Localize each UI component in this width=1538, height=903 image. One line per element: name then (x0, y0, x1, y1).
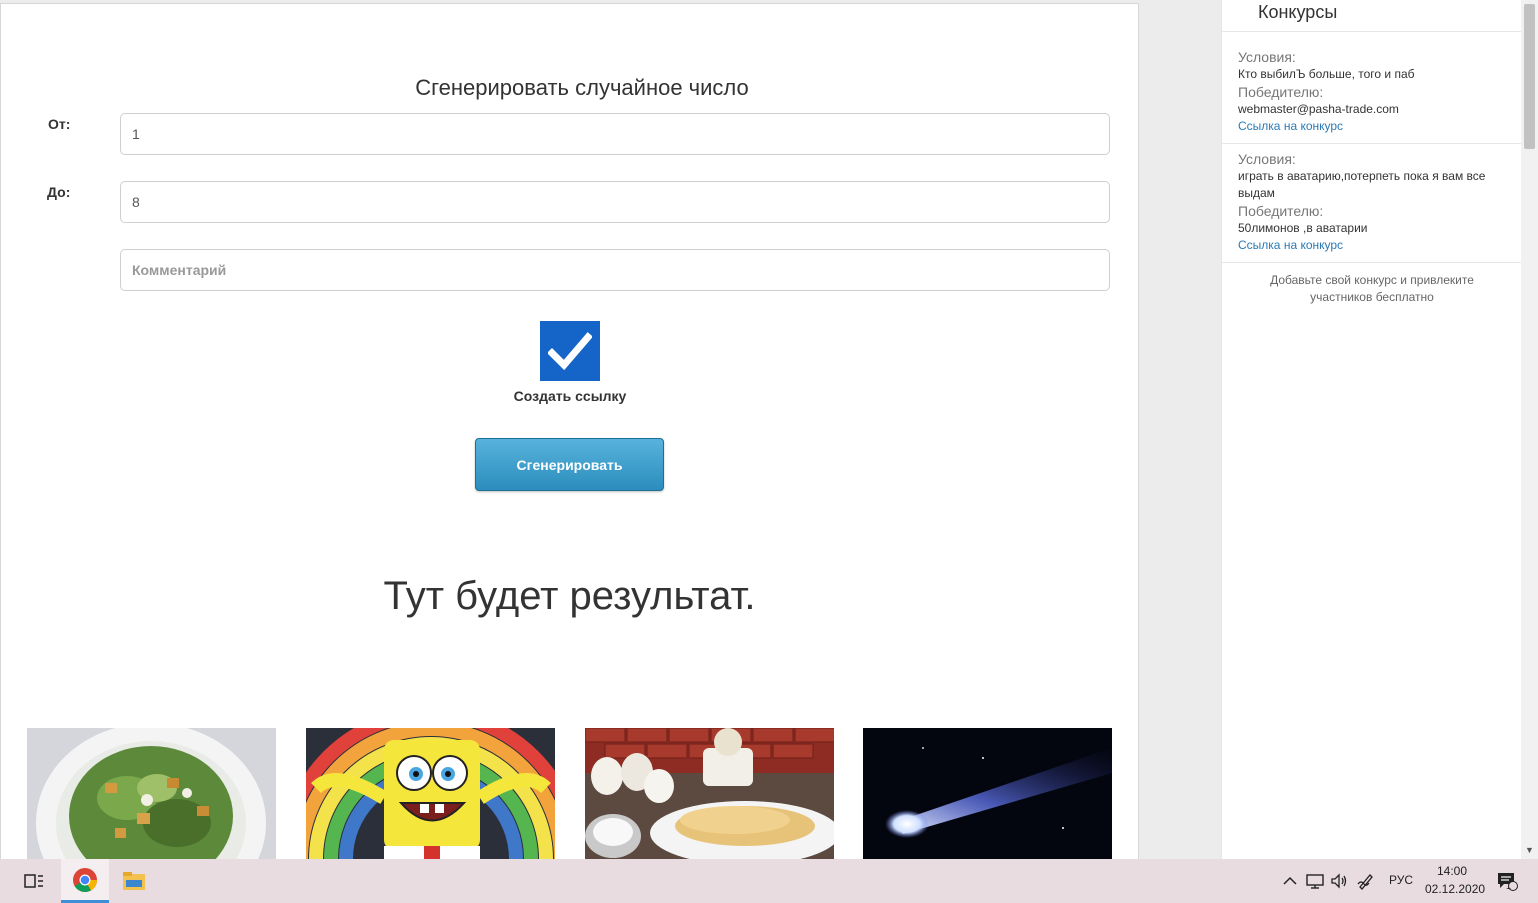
clock-time[interactable]: 14:00 (1437, 864, 1467, 878)
notification-count: 1 (1506, 881, 1512, 891)
create-link-label[interactable]: Создать ссылку (470, 388, 670, 404)
sidebar-divider (1222, 31, 1522, 32)
input-language[interactable]: РУС (1389, 873, 1413, 887)
to-input-value: 8 (132, 194, 140, 210)
comment-placeholder: Комментарий (132, 262, 227, 278)
contests-sidebar: Конкурсы Условия: Кто выбилЪ больше, тог… (1221, 0, 1522, 859)
scroll-down-arrow-icon[interactable]: ▼ (1521, 842, 1538, 859)
chevron-up-icon[interactable] (1280, 859, 1300, 903)
pen-icon[interactable] (1354, 859, 1378, 903)
volume-icon[interactable] (1328, 859, 1350, 903)
contest-conditions-label: Условия: (1238, 49, 1296, 65)
contest-conditions-label: Условия: (1238, 151, 1296, 167)
generator-title: Сгенерировать случайное число (415, 75, 749, 100)
windows-taskbar: РУС 14:00 02.12.2020 1 (0, 859, 1538, 903)
thumbnail-pancakes[interactable] (585, 728, 834, 859)
sidebar-divider (1222, 262, 1522, 263)
from-label: От: (48, 116, 71, 132)
generate-button[interactable]: Сгенерировать (475, 438, 664, 491)
contest-item: Условия: играть в аватарию,потерпеть пок… (1238, 150, 1513, 254)
contest-winner: webmaster@pasha-trade.com (1238, 102, 1399, 116)
checkmark-icon (548, 332, 592, 371)
contest-winner: 50лимонов ,в аватарии (1238, 221, 1368, 235)
thumbnail-salad[interactable] (27, 728, 276, 859)
contest-item: Условия: Кто выбилЪ больше, того и паб П… (1238, 48, 1513, 135)
contest-link[interactable]: Ссылка на конкурс (1238, 237, 1513, 254)
thumbnail-comet[interactable] (863, 728, 1112, 859)
contest-winner-label: Победителю: (1238, 203, 1324, 219)
sidebar-title: Конкурсы (1258, 2, 1338, 22)
from-input-value: 1 (132, 126, 140, 142)
contest-link[interactable]: Ссылка на конкурс (1238, 118, 1513, 135)
to-input[interactable]: 8 (120, 181, 1110, 223)
contest-conditions: Кто выбилЪ больше, того и паб (1238, 67, 1415, 81)
thumbnail-spongebob[interactable] (306, 728, 555, 859)
scrollbar-thumb[interactable] (1524, 4, 1535, 149)
network-icon[interactable] (1304, 859, 1326, 903)
create-link-checkbox[interactable] (540, 321, 600, 381)
contest-winner-label: Победителю: (1238, 84, 1324, 100)
comment-input[interactable]: Комментарий (120, 249, 1110, 291)
result-text: Тут будет результат. (383, 574, 756, 618)
from-input[interactable]: 1 (120, 113, 1110, 155)
clock-date[interactable]: 02.12.2020 (1425, 882, 1485, 896)
task-view-icon[interactable] (14, 859, 54, 903)
sidebar-divider (1222, 143, 1522, 144)
file-explorer-icon[interactable] (113, 859, 155, 903)
to-label: До: (47, 184, 71, 200)
add-contest-promo[interactable]: Добавьте свой конкурс и привлеките участ… (1252, 272, 1492, 306)
contest-conditions: играть в аватарию,потерпеть пока я вам в… (1238, 169, 1486, 200)
chrome-taskbar-icon[interactable] (61, 859, 109, 903)
